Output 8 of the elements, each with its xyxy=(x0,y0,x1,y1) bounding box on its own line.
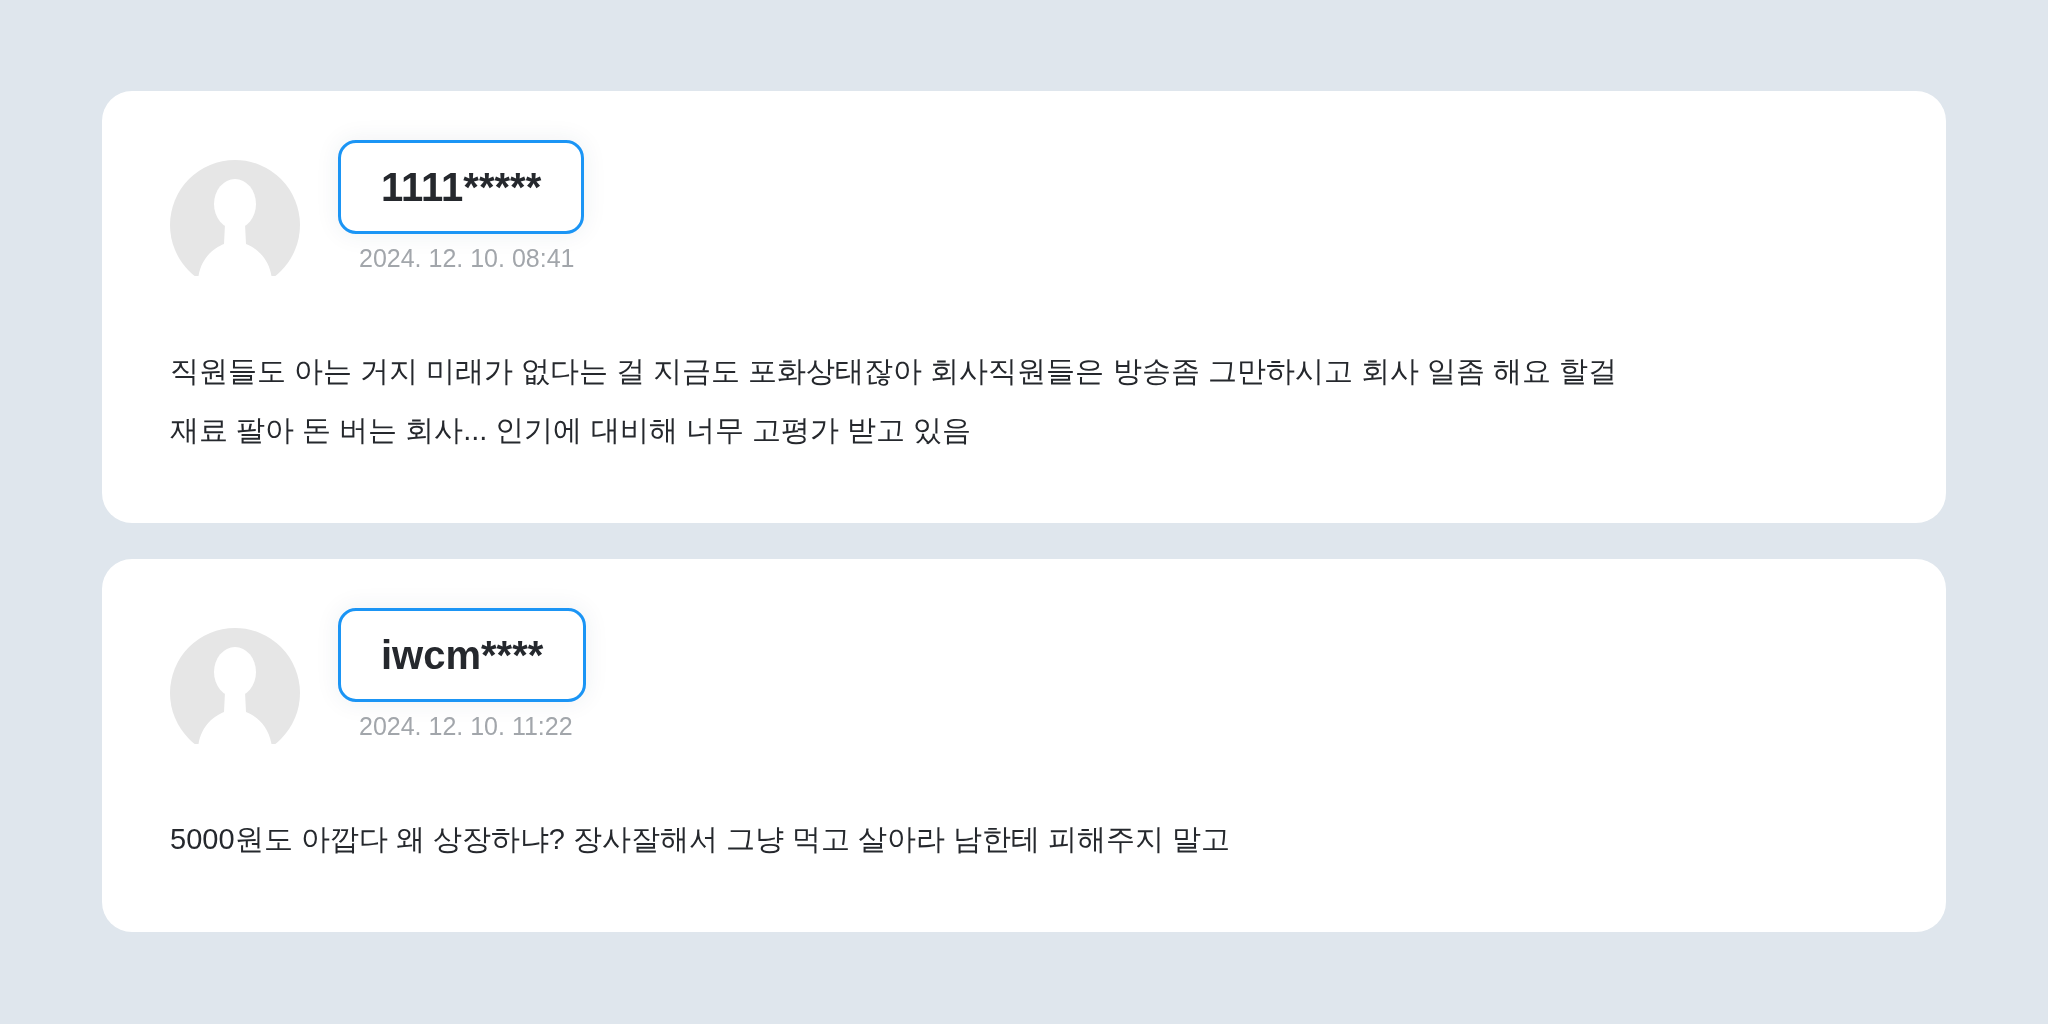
user-avatar-icon xyxy=(170,160,300,276)
username-badge: 1111***** xyxy=(338,140,585,234)
comment-date: 2024. 12. 10. 08:41 xyxy=(358,243,575,274)
user-avatar-icon xyxy=(170,628,300,744)
comment-text: 직원들도 아는 거지 미래가 없다는 걸 지금도 포화상태잖아 회사직원들은 방송좀 그만하시고 회사 일좀 해요 할걸 재료 팔아 돈 버는 회사... 인기에 대비해 너무 고평가 받고 있음 xyxy=(170,354,1618,448)
comment-date: 2024. 12. 10. 11:22 xyxy=(358,711,573,742)
comment-text: 5000원도 아깝다 왜 상장하냐? 장사잘해서 그냥 먹고 살아라 남한테 피해주지 말고 xyxy=(170,822,1232,857)
username-badge: iwcm**** xyxy=(338,608,587,702)
